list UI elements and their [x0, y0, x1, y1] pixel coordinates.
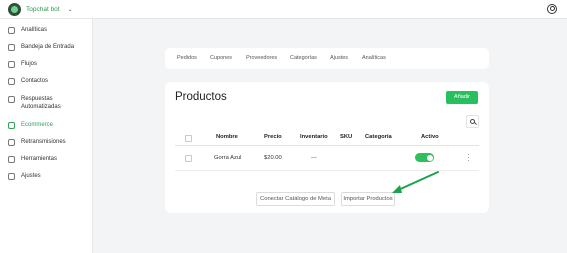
table-row-divider: [175, 170, 479, 171]
tab-analiticas[interactable]: Analíticas: [362, 55, 386, 61]
sidebar-item-label: Respuestas Automatizadas: [21, 96, 61, 110]
sidebar-item-label: Analíticas: [21, 27, 48, 33]
auto-reply-icon: [8, 96, 15, 103]
sidebar-item-label: Contactos: [21, 78, 49, 84]
column-header-precio[interactable]: Precio: [264, 134, 282, 140]
user-avatar-icon[interactable]: [547, 4, 557, 14]
sidebar-item-herramientas[interactable]: Herramientas: [0, 155, 93, 163]
import-products-button[interactable]: Importar Productos: [341, 192, 395, 206]
tools-icon: [8, 156, 15, 163]
row-checkbox[interactable]: [185, 155, 192, 162]
tab-cupones[interactable]: Cupones: [210, 55, 232, 61]
toggle-knob: [426, 154, 433, 161]
sidebar-item-flujos[interactable]: Flujos: [0, 60, 93, 68]
active-toggle[interactable]: [415, 153, 434, 162]
tab-proveedores[interactable]: Proveedores: [246, 55, 277, 61]
chart-icon: [8, 27, 15, 34]
add-product-button[interactable]: Añadir: [446, 91, 478, 104]
sidebar-item-ajustes[interactable]: Ajustes: [0, 172, 93, 180]
column-header-nombre[interactable]: Nombre: [216, 134, 238, 140]
product-inventory: ---: [311, 155, 317, 161]
connect-meta-catalog-button[interactable]: Conectar Catálogo de Meta: [256, 192, 335, 206]
brand-logo-icon: [8, 3, 21, 16]
column-header-activo[interactable]: Activo: [421, 134, 439, 140]
table-header-divider: [175, 145, 479, 146]
settings-icon: [8, 173, 15, 180]
sidebar-item-respuestas[interactable]: Respuestas Automatizadas: [0, 95, 93, 111]
tab-categorias[interactable]: Categorías: [290, 55, 317, 61]
top-bar: Topchat bot ⌄: [0, 0, 567, 19]
ecommerce-tabs: Pedidos Cupones Proveedores Categorías A…: [165, 48, 489, 69]
tab-ajustes[interactable]: Ajustes: [330, 55, 348, 61]
tab-pedidos[interactable]: Pedidos: [177, 55, 197, 61]
sidebar-item-label: Retransmisiones: [21, 139, 66, 145]
sidebar-item-contactos[interactable]: Contactos: [0, 77, 93, 85]
inbox-icon: [8, 44, 15, 51]
sidebar-item-label: Herramientas: [21, 156, 58, 162]
brand-name: Topchat bot: [26, 6, 60, 13]
sidebar: Analíticas Bandeja de Entrada Flujos Con…: [0, 19, 93, 253]
select-all-checkbox[interactable]: [185, 135, 192, 142]
sidebar-item-label: Flujos: [21, 61, 38, 67]
sidebar-item-ecommerce[interactable]: Ecommerce: [0, 121, 93, 129]
workspace-switcher[interactable]: Topchat bot ⌄: [8, 3, 73, 16]
sidebar-item-label: Ecommerce: [21, 122, 54, 128]
row-actions-icon[interactable]: · · ·: [467, 151, 470, 165]
chevron-down-icon: ⌄: [67, 7, 73, 13]
sidebar-item-bandeja[interactable]: Bandeja de Entrada: [0, 43, 93, 51]
column-header-inventario[interactable]: Inventario: [300, 134, 328, 140]
cart-icon: [8, 122, 15, 129]
page-title: Productos: [175, 91, 227, 103]
sidebar-item-retransmisiones[interactable]: Retransmisiones: [0, 138, 93, 146]
search-button[interactable]: [466, 115, 479, 128]
product-price: $20.00: [264, 155, 282, 161]
flow-icon: [8, 61, 15, 68]
column-header-categoria[interactable]: Categoría: [365, 134, 392, 140]
products-card: Productos Añadir Nombre Precio Inventari…: [165, 82, 489, 213]
broadcast-icon: [8, 139, 15, 146]
sidebar-item-label: Ajustes: [21, 173, 41, 179]
sidebar-item-label: Bandeja de Entrada: [21, 44, 75, 50]
product-name[interactable]: Gorra Azul: [214, 155, 241, 161]
contacts-icon: [8, 78, 15, 85]
column-header-sku[interactable]: SKU: [340, 134, 352, 140]
sidebar-item-analiticas[interactable]: Analíticas: [0, 26, 93, 34]
